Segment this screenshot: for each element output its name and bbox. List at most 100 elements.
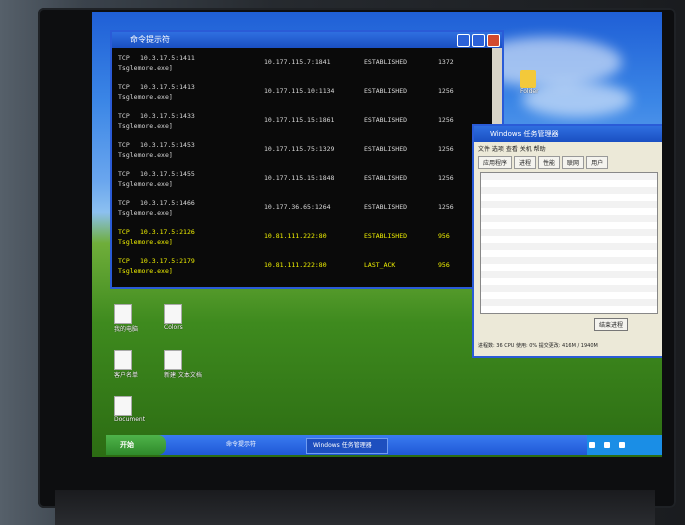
cmd-cell: 10.177.115.15:1861 xyxy=(264,116,335,124)
cmd-cell: 1256 xyxy=(438,174,454,182)
cmd-cell: TCP xyxy=(118,199,130,207)
process-row[interactable] xyxy=(481,271,657,278)
folder-top-right[interactable]: Folder xyxy=(520,70,539,95)
cmd-cell: Tsglemore.exe] xyxy=(118,151,173,159)
icon-label: Document xyxy=(114,416,146,423)
cmd-local-address: 10.3.17.5:1413 xyxy=(140,83,195,91)
icon-colorful[interactable]: Colors xyxy=(164,304,183,331)
system-tray xyxy=(587,435,662,455)
document-icon xyxy=(114,350,132,370)
cmd-cell: TCP xyxy=(118,141,130,149)
cmd-cell: Tsglemore.exe] xyxy=(118,93,173,101)
icon-label: 新建 文本文档 xyxy=(164,372,202,379)
monitor-stand xyxy=(55,490,655,525)
tab-processes[interactable]: 进程 xyxy=(514,156,537,169)
cmd-cell: Tsglemore.exe] xyxy=(118,238,173,246)
taskbar-item-task-manager[interactable]: Windows 任务管理器 xyxy=(306,438,388,454)
quick-launch-label[interactable]: 命令提示符 xyxy=(226,438,256,452)
process-row[interactable] xyxy=(481,229,657,236)
cmd-local-address: 10.3.17.5:1466 xyxy=(140,199,195,207)
maximize-button[interactable] xyxy=(472,34,485,47)
cmd-cell: ESTABLISHED xyxy=(364,203,408,211)
task-manager-tabs: 应用程序 进程 性能 联网 用户 xyxy=(478,156,609,169)
cmd-local-address: 10.3.17.5:2179 xyxy=(140,257,195,265)
cmd-cell: 10.177.115.10:1134 xyxy=(264,87,335,95)
cmd-cell: ESTABLISHED xyxy=(364,174,408,182)
cmd-cell: LAST_ACK xyxy=(364,261,396,269)
cmd-cell: ESTABLISHED xyxy=(364,145,408,153)
cmd-cell: 10.177.115.7:1841 xyxy=(264,58,331,66)
start-button[interactable]: 开始 xyxy=(106,435,166,455)
tray-security-icon[interactable] xyxy=(619,442,626,448)
cmd-cell: TCP xyxy=(118,228,130,236)
cmd-connection-row: TCP Tsglemore.exe] 10.81.111.222:80 LAST_AC… xyxy=(118,257,490,286)
cmd-cell: 10.81.111.222:80 xyxy=(264,261,327,269)
cmd-cell: Tsglemore.exe] xyxy=(118,64,173,72)
end-process-button[interactable]: 结束进程 xyxy=(594,318,629,331)
process-row[interactable] xyxy=(481,236,657,243)
process-row[interactable] xyxy=(481,187,657,194)
document-icon xyxy=(164,350,182,370)
icon-bottom[interactable]: Document xyxy=(114,396,145,423)
cmd-cell: 10.177.115.75:1329 xyxy=(264,145,335,153)
tray-volume-icon[interactable] xyxy=(604,442,611,448)
cmd-connection-row: TCP Tsglemore.exe] 10.177.115.75:1329 ESTAB… xyxy=(118,141,490,170)
process-row[interactable] xyxy=(481,257,657,264)
icon-label: Folder xyxy=(520,88,539,95)
cmd-cell: TCP xyxy=(118,170,130,178)
cmd-cell: 1256 xyxy=(438,145,454,153)
cmd-title-bar[interactable]: 命令提示符 xyxy=(112,32,502,48)
cmd-cell: ESTABLISHED xyxy=(364,232,408,240)
process-list[interactable] xyxy=(480,172,658,314)
cmd-cell: Tsglemore.exe] xyxy=(118,209,173,217)
process-row[interactable] xyxy=(481,250,657,257)
minimize-button[interactable] xyxy=(457,34,470,47)
cmd-cell: 10.177.115.15:1848 xyxy=(264,174,335,182)
process-row[interactable] xyxy=(481,201,657,208)
folder-icon xyxy=(520,70,536,88)
cmd-connection-row: TCP Tsglemore.exe] 10.177.115.10:1134 ESTAB… xyxy=(118,83,490,112)
icon-shortcut-a[interactable]: 客户名单 xyxy=(114,350,138,379)
icon-label: 我的电脑 xyxy=(114,326,139,333)
command-prompt-window[interactable]: 命令提示符 TCP Tsglemore.exe] 10.177.115.7:1841… xyxy=(110,30,504,289)
cmd-local-address: 10.3.17.5:2126 xyxy=(140,228,195,236)
cmd-connection-row: TCP Tsglemore.exe] 10.177.36.65:1264 ESTABL… xyxy=(118,199,490,228)
icon-shortcut-b[interactable]: 新建 文本文档 xyxy=(164,350,202,379)
process-row[interactable] xyxy=(481,285,657,292)
task-manager-title[interactable]: Windows 任务管理器 xyxy=(474,126,662,142)
process-row[interactable] xyxy=(481,299,657,306)
process-row[interactable] xyxy=(481,243,657,250)
app-icon xyxy=(164,304,182,324)
document-icon xyxy=(114,396,132,416)
icon-computer[interactable]: 我的电脑 xyxy=(114,304,138,333)
tray-network-icon[interactable] xyxy=(589,442,595,448)
cmd-cell: 956 xyxy=(438,261,450,269)
process-row[interactable] xyxy=(481,264,657,271)
process-row[interactable] xyxy=(481,222,657,229)
process-row[interactable] xyxy=(481,180,657,187)
icon-label: Colors xyxy=(164,324,183,331)
cmd-cell: Tsglemore.exe] xyxy=(118,122,173,130)
cmd-cell: Tsglemore.exe] xyxy=(118,267,173,275)
task-manager-window[interactable]: Windows 任务管理器 文件 选项 查看 关机 帮助 应用程序 进程 性能 … xyxy=(472,124,662,358)
cmd-connection-row: TCP Tsglemore.exe] 10.177.115.7:1841 ESTABL… xyxy=(118,54,490,83)
process-row[interactable] xyxy=(481,278,657,285)
process-row[interactable] xyxy=(481,194,657,201)
cmd-window-controls xyxy=(457,34,500,47)
process-row[interactable] xyxy=(481,292,657,299)
cmd-connection-row: TCP Tsglemore.exe] 10.177.115.15:1848 ESTAB… xyxy=(118,170,490,199)
task-manager-menu[interactable]: 文件 选项 查看 关机 帮助 xyxy=(478,144,546,153)
tab-performance[interactable]: 性能 xyxy=(538,156,561,169)
process-row[interactable] xyxy=(481,215,657,222)
icon-label: 客户名单 xyxy=(114,372,139,379)
cmd-cell: 1256 xyxy=(438,87,454,95)
close-button[interactable] xyxy=(487,34,500,47)
tab-users[interactable]: 用户 xyxy=(586,156,609,169)
tab-applications[interactable]: 应用程序 xyxy=(478,156,513,169)
cmd-local-address: 10.3.17.5:1411 xyxy=(140,54,195,62)
process-row[interactable] xyxy=(481,173,657,180)
cmd-cell: 10.81.111.222:80 xyxy=(264,232,327,240)
tab-networking[interactable]: 联网 xyxy=(562,156,585,169)
process-row[interactable] xyxy=(481,208,657,215)
cmd-connection-row: TCP Tsglemore.exe] 10.81.111.222:80 ESTABLI… xyxy=(118,228,490,257)
